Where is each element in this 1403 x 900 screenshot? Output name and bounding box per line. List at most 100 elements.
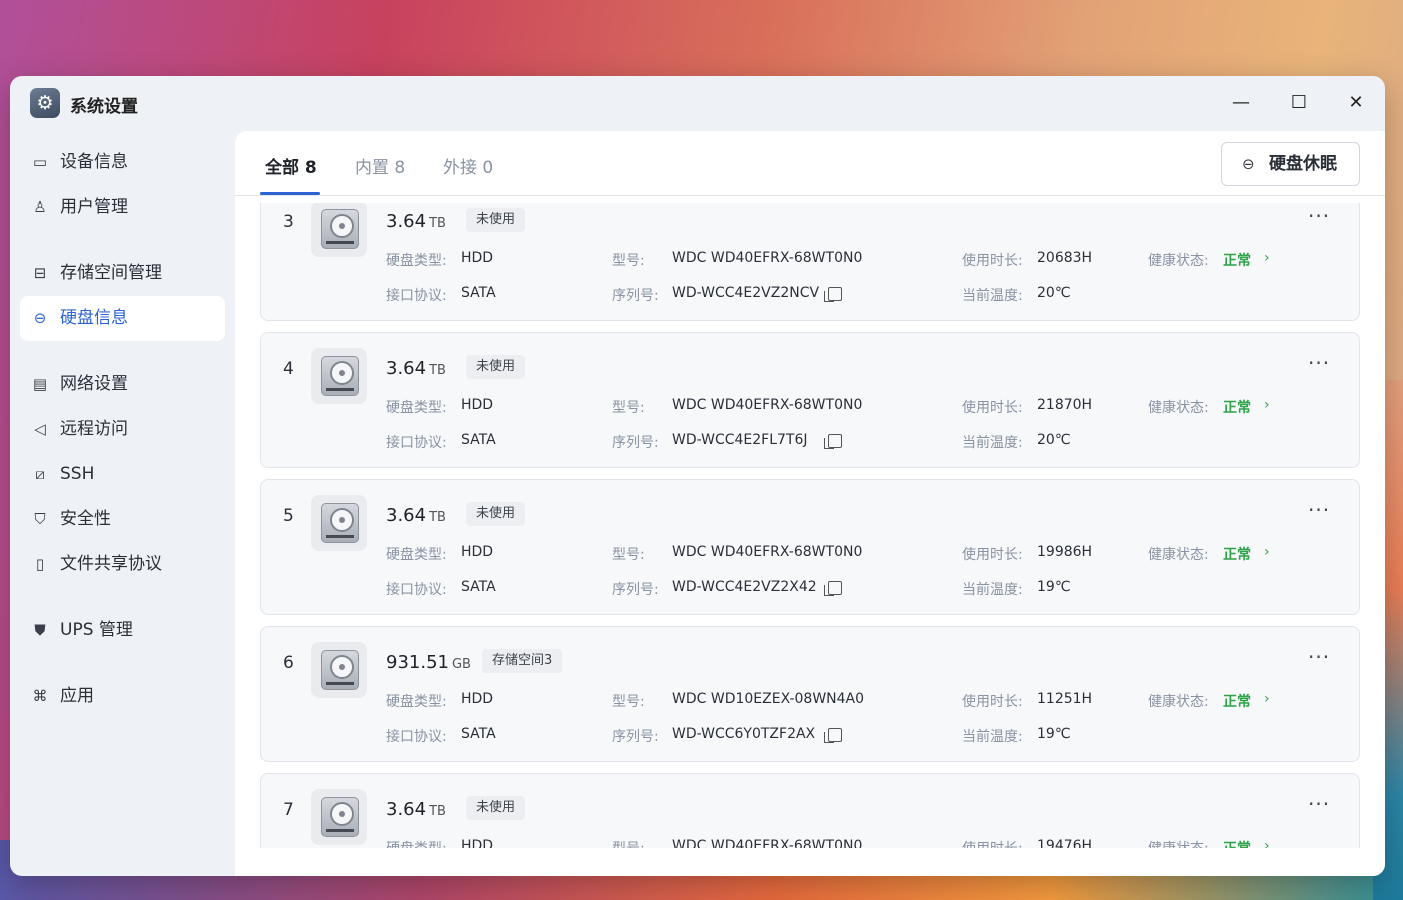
health-status-link[interactable]: 正常 [1223, 544, 1251, 564]
disk-type-value: HDD [461, 397, 494, 413]
usage-hours-value: 19986H [1037, 544, 1093, 560]
disk-number: 7 [283, 800, 294, 820]
health-status-link[interactable]: 正常 [1223, 250, 1251, 270]
sidebar-item-label: 硬盘信息 [60, 308, 128, 328]
temperature-label: 当前温度: [962, 582, 1023, 598]
storage-icon: ⊟ [33, 264, 47, 282]
chevron-right-icon[interactable]: › [1264, 544, 1270, 560]
copy-icon[interactable] [824, 287, 842, 302]
disk-card: 4 3.64 TB 未使用 ··· 硬盘类型: HDD 型号: WDC WD40E… [260, 332, 1360, 468]
main-panel: 全部 8 内置 8 外接 0 ⊖ 硬盘休眠 3 3.64 TB 未使用 ··· 硬… [235, 131, 1385, 876]
sidebar-item-label: SSH [60, 464, 95, 484]
chevron-right-icon[interactable]: › [1264, 397, 1270, 413]
disk-number: 6 [283, 653, 294, 673]
usage-hours-label: 使用时长: [962, 838, 1023, 848]
maximize-button[interactable]: ☐ [1281, 88, 1317, 118]
sidebar-item-label: 存储空间管理 [60, 263, 162, 283]
sidebar-item-label: 设备信息 [60, 152, 128, 172]
sidebar-item-security[interactable]: ⛉ 安全性 [20, 497, 225, 542]
tab-all[interactable]: 全部 8 [265, 153, 317, 178]
serial-label: 序列号: [612, 435, 659, 451]
sidebar-item-device-info[interactable]: ▭ 设备信息 [20, 140, 225, 185]
model-label: 型号: [612, 253, 645, 269]
tab-internal[interactable]: 内置 8 [355, 153, 405, 178]
chevron-right-icon[interactable]: › [1264, 250, 1270, 266]
model-value: WDC WD10EZEX-08WN4A0 [672, 691, 865, 707]
sidebar-item-storage-management[interactable]: ⊟ 存储空间管理 [20, 251, 225, 296]
interface-value: SATA [461, 726, 496, 742]
ups-shield-icon: ⛊ [34, 621, 46, 639]
temperature-label: 当前温度: [962, 435, 1023, 451]
minimize-button[interactable]: — [1223, 88, 1259, 118]
temperature-label: 当前温度: [962, 729, 1023, 745]
status-badge: 未使用 [466, 502, 526, 526]
chevron-right-icon[interactable]: › [1264, 838, 1270, 848]
temperature-value: 19℃ [1037, 579, 1071, 595]
serial-value: WD-WCC4E2VZ2X42 [672, 579, 817, 595]
disk-type-label: 硬盘类型: [386, 253, 447, 269]
model-value: WDC WD40EFRX-68WT0N0 [672, 544, 863, 560]
temperature-value: 20℃ [1037, 432, 1071, 448]
model-label: 型号: [612, 547, 645, 563]
usage-hours-label: 使用时长: [962, 694, 1023, 710]
send-icon: ◁ [34, 420, 46, 438]
sidebar-item-network[interactable]: ▤ 网络设置 [20, 362, 225, 407]
sidebar-item-label: 用户管理 [60, 197, 128, 217]
sidebar-item-label: 网络设置 [60, 374, 128, 394]
serial-value: WD-WCC4E2FL7T6J [672, 432, 808, 448]
apps-icon: ⌘ [32, 687, 48, 705]
chevron-right-icon[interactable]: › [1264, 691, 1270, 707]
sidebar-item-disk-info[interactable]: ⊖ 硬盘信息 [20, 296, 225, 341]
temperature-value: 19℃ [1037, 726, 1071, 742]
status-badge: 未使用 [466, 208, 526, 232]
disk-list: 3 3.64 TB 未使用 ··· 硬盘类型: HDD 型号: WDC WD40E… [260, 203, 1360, 848]
device-icon: ▭ [32, 153, 48, 171]
more-options-icon[interactable]: ··· [1308, 498, 1330, 522]
sidebar-item-remote-access[interactable]: ◁ 远程访问 [20, 407, 225, 452]
tab-external[interactable]: 外接 0 [443, 153, 493, 178]
health-status-link[interactable]: 正常 [1223, 838, 1251, 848]
temperature-value: 20℃ [1037, 285, 1071, 301]
disk-icon: ⊖ [33, 309, 47, 327]
disk-number: 5 [283, 506, 294, 526]
more-options-icon[interactable]: ··· [1308, 792, 1330, 816]
disk-sleep-label: 硬盘休眠 [1269, 154, 1337, 174]
sidebar-item-apps[interactable]: ⌘ 应用 [20, 674, 225, 719]
hard-disk-icon [311, 642, 367, 698]
usage-hours-value: 19476H [1037, 838, 1093, 848]
sidebar-item-label: UPS 管理 [60, 620, 133, 640]
temperature-label: 当前温度: [962, 288, 1023, 304]
usage-hours-value: 21870H [1037, 397, 1093, 413]
more-options-icon[interactable]: ··· [1308, 351, 1330, 375]
status-badge: 存储空间3 [482, 649, 563, 673]
disk-card: 7 3.64TB 未使用 ··· 硬盘类型: HDD 型号: WDC WD40E… [260, 773, 1360, 848]
serial-label: 序列号: [612, 729, 659, 745]
close-button[interactable]: ✕ [1338, 88, 1374, 118]
health-status-link[interactable]: 正常 [1223, 397, 1251, 417]
disk-type-value: HDD [461, 838, 494, 848]
usage-hours-value: 20683H [1037, 250, 1093, 266]
sidebar-item-ups[interactable]: ⛊ UPS 管理 [20, 608, 225, 653]
sidebar-item-label: 安全性 [60, 509, 111, 529]
hard-disk-icon [311, 348, 367, 404]
disk-card: 5 3.64 TB 未使用 ··· 硬盘类型: HDD 型号: WDC WD40E… [260, 479, 1360, 615]
more-options-icon[interactable]: ··· [1308, 645, 1330, 669]
sidebar-item-user-management[interactable]: ♙ 用户管理 [20, 185, 225, 230]
disk-type-label: 硬盘类型: [386, 838, 447, 848]
sidebar-item-label: 远程访问 [60, 419, 128, 439]
disk-type-value: HDD [461, 544, 494, 560]
disk-capacity: 931.51 GB [386, 652, 471, 673]
copy-icon[interactable] [824, 581, 842, 596]
health-label: 健康状态: [1148, 694, 1209, 710]
disk-sleep-button[interactable]: ⊖ 硬盘休眠 [1221, 142, 1360, 186]
hard-disk-icon [311, 203, 367, 257]
copy-icon[interactable] [824, 434, 842, 449]
interface-value: SATA [461, 285, 496, 301]
tab-bar: 全部 8 内置 8 外接 0 ⊖ 硬盘休眠 [235, 131, 1385, 196]
disk-number: 3 [283, 212, 294, 232]
sidebar-item-file-sharing[interactable]: ▯ 文件共享协议 [20, 542, 225, 587]
copy-icon[interactable] [824, 728, 842, 743]
more-options-icon[interactable]: ··· [1308, 204, 1330, 228]
sidebar-item-ssh[interactable]: ⧄ SSH [20, 452, 225, 497]
health-status-link[interactable]: 正常 [1223, 691, 1251, 711]
